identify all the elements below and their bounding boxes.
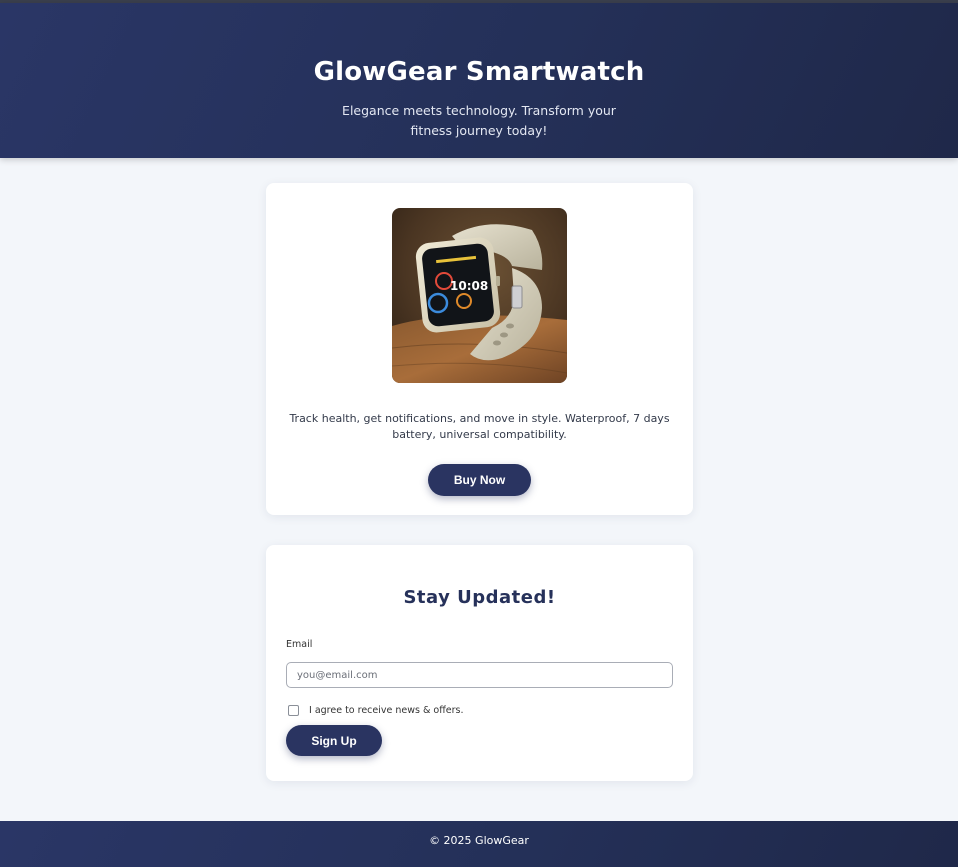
footer-copyright: © 2025 GlowGear [429, 834, 529, 847]
agree-label: I agree to receive news & offers. [309, 704, 464, 716]
agree-checkbox[interactable] [288, 704, 299, 716]
email-label: Email [286, 639, 313, 650]
sign-up-button[interactable]: Sign Up [286, 725, 382, 756]
product-description: Track health, get notifications, and mov… [289, 412, 670, 441]
page-title: GlowGear Smartwatch [313, 57, 645, 87]
signup-title: Stay Updated! [403, 587, 556, 608]
product-card: 10:08 Track health, get notifications, a… [266, 183, 693, 515]
smartwatch-image: 10:08 [392, 208, 567, 383]
hero-tagline: Elegance meets technology. Transform you… [342, 103, 616, 138]
svg-text:10:08: 10:08 [450, 279, 488, 293]
email-input[interactable] [286, 662, 673, 688]
hero-header: GlowGear Smartwatch Elegance meets techn… [0, 3, 958, 158]
agree-row: I agree to receive news & offers. [288, 704, 463, 716]
buy-now-button[interactable]: Buy Now [428, 464, 531, 496]
page-footer: © 2025 GlowGear [0, 821, 958, 867]
newsletter-signup-card: Stay Updated! Email I agree to receive n… [266, 545, 693, 781]
